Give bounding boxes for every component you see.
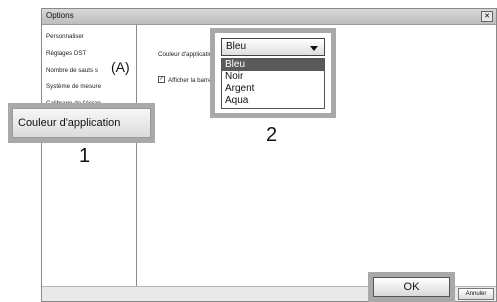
- app-color-options: Bleu Noir Argent Aqua: [221, 58, 325, 109]
- option-noir[interactable]: Noir: [222, 71, 324, 83]
- close-window-button[interactable]: ✕: [481, 11, 493, 22]
- option-bleu[interactable]: Bleu: [222, 59, 324, 71]
- show-bar-checkbox[interactable]: ✓: [158, 76, 165, 83]
- cancel-button[interactable]: Annuler: [458, 288, 494, 300]
- callout-1-frame: Couleur d'application: [8, 103, 155, 143]
- dropdown-panel: Bleu Bleu Noir Argent Aqua: [215, 33, 331, 113]
- option-argent[interactable]: Argent: [222, 83, 324, 95]
- callout-1-number: 1: [79, 145, 91, 167]
- callout-2-number: 2: [266, 124, 278, 146]
- callout-1-label: Couleur d'application: [18, 117, 121, 129]
- app-color-select[interactable]: Bleu: [221, 38, 325, 56]
- chevron-down-icon: [310, 46, 318, 51]
- app-color-label: Couleur d'application: [158, 51, 216, 58]
- sidebar-item-couleur-application[interactable]: Couleur d'application: [12, 108, 151, 138]
- app-color-selected: Bleu: [226, 41, 247, 52]
- option-aqua[interactable]: Aqua: [222, 95, 324, 107]
- ok-callout-frame: OK: [368, 272, 455, 302]
- callout-2-frame: Bleu Bleu Noir Argent Aqua: [210, 28, 336, 118]
- dialog-title: Options: [46, 11, 74, 20]
- sidebar-item-nombre-de-sauts[interactable]: Nombre de sauts s: [46, 67, 98, 74]
- sidebar-item-systeme-de-mesure[interactable]: Système de mesure: [46, 83, 101, 90]
- sidebar-item-personnaliser[interactable]: Personnaliser: [46, 33, 84, 40]
- sidebar-item-reglages-dst[interactable]: Réglages DST: [46, 50, 86, 57]
- marker-a: (A): [111, 59, 130, 75]
- title-bar: Options ✕: [42, 9, 496, 25]
- ok-button[interactable]: OK: [373, 277, 450, 297]
